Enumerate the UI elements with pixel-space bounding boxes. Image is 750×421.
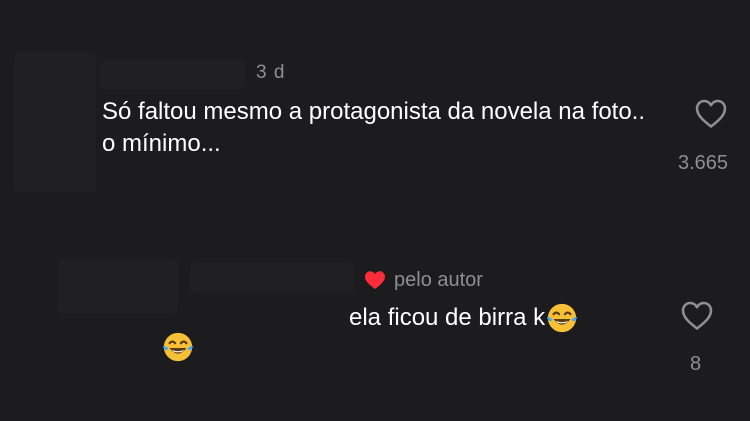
reply-text-line: ela ficou de birra k	[349, 301, 579, 335]
liked-by-author-tag: pelo autor	[364, 267, 483, 293]
red-heart-icon	[365, 271, 385, 289]
reply-like-button[interactable]	[680, 300, 714, 332]
heart-outline-icon	[695, 99, 727, 128]
author-tag-label: pelo autor	[394, 268, 483, 291]
comment-like-button[interactable]	[694, 98, 728, 130]
reply-text: ela ficou de birra k	[349, 304, 546, 331]
blurred-replier-username	[190, 262, 355, 294]
blurred-commenter-username	[100, 60, 245, 90]
blurred-replier-avatar	[58, 258, 178, 314]
comment-timestamp: 3 d	[256, 62, 286, 83]
blurred-commenter-avatar	[14, 52, 96, 192]
tears-of-joy-emoji	[162, 332, 194, 362]
comment-like-count: 3.665	[678, 152, 729, 174]
heart-outline-icon	[681, 301, 713, 330]
comment-text: Só faltou mesmo a protagonista da novela…	[102, 98, 646, 157]
tears-of-joy-emoji	[546, 303, 578, 333]
reply-like-count: 8	[690, 353, 702, 375]
